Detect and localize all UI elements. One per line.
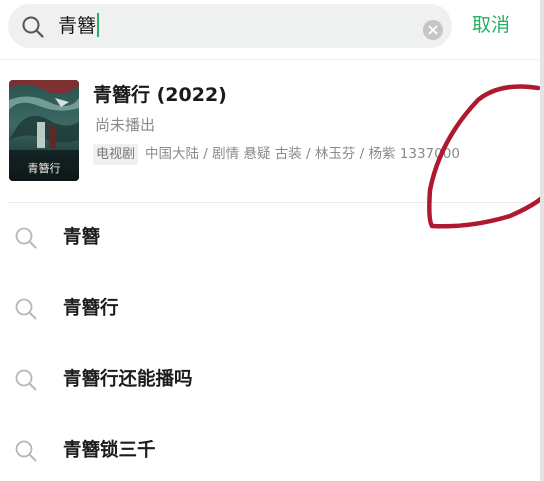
suggestion-item[interactable]: 青簪行还能播吗 (0, 345, 544, 415)
search-icon (15, 227, 37, 249)
divider (0, 59, 544, 60)
release-status: 尚未播出 (95, 116, 156, 134)
search-icon (15, 369, 37, 391)
search-icon (22, 16, 44, 38)
suggestion-item[interactable]: 青簪 (0, 203, 544, 273)
meta-info: 中国大陆 / 剧情 悬疑 古装 / 林玉芬 / 杨紫 1337000 (145, 146, 460, 162)
result-title[interactable]: 青簪行 (2022) (93, 82, 227, 108)
poster-image[interactable]: 青簪行 (9, 80, 79, 181)
clear-icon[interactable] (423, 20, 443, 40)
search-box[interactable]: 青簪 (8, 4, 452, 48)
suggestion-item[interactable]: 青簪行 (0, 274, 544, 344)
suggestion-text: 青簪 (63, 227, 101, 248)
meta-row: 电视剧 中国大陆 / 剧情 悬疑 古装 / 林玉芬 / 杨紫 1337000 (93, 144, 460, 166)
search-icon (15, 298, 37, 320)
result-card[interactable]: 青簪行 青簪行 (2022) 尚未播出 电视剧 中国大陆 / 剧情 悬疑 古装 /… (0, 72, 544, 190)
search-query: 青簪 (58, 15, 97, 37)
search-input[interactable]: 青簪 (58, 13, 100, 39)
suggestion-item[interactable]: 青簪锁三千 (0, 416, 544, 481)
search-bar: 青簪 取消 (0, 0, 544, 58)
text-caret (97, 13, 100, 37)
suggestion-text: 青簪行 (63, 298, 119, 319)
scroll-edge (540, 0, 544, 481)
search-icon (15, 440, 37, 462)
poster-caption: 青簪行 (28, 161, 61, 175)
suggestion-text: 青簪锁三千 (63, 440, 156, 461)
cancel-button[interactable]: 取消 (472, 12, 510, 38)
suggestion-text: 青簪行还能播吗 (63, 369, 193, 390)
category-badge: 电视剧 (93, 144, 139, 165)
